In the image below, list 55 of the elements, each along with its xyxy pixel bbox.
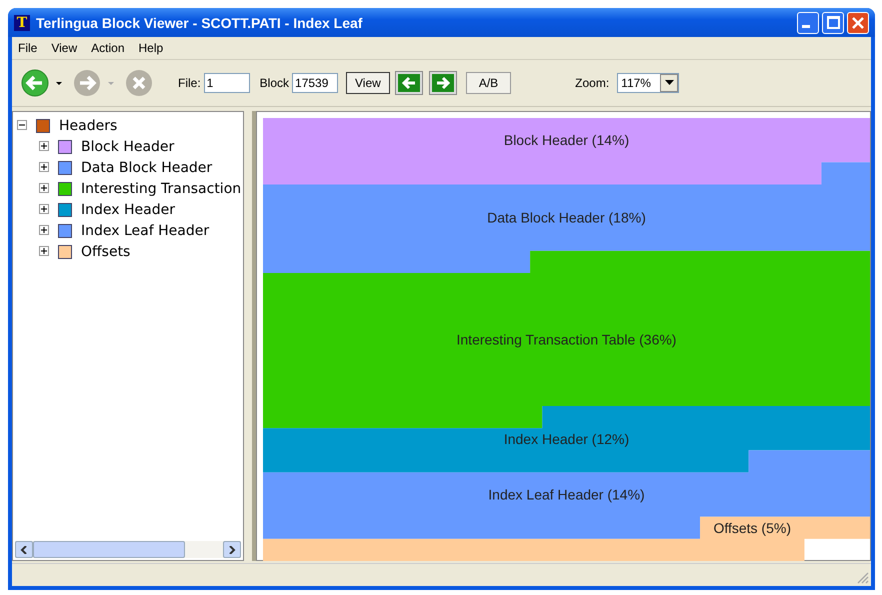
caret-icon — [664, 80, 674, 86]
region-label: Interesting Transaction Table (36%) — [456, 332, 676, 348]
tree-item[interactable]: Index Header — [81, 202, 175, 218]
expand-icon[interactable] — [39, 225, 50, 236]
expand-icon[interactable] — [39, 162, 50, 173]
app-icon: T — [14, 14, 30, 30]
minimize-icon — [802, 25, 810, 28]
menu-item[interactable]: File — [18, 41, 38, 55]
tree-item[interactable]: Index Leaf Header — [81, 222, 210, 238]
left-caret-icon — [20, 546, 28, 554]
zoom-label: Zoom: — [575, 76, 610, 90]
expand-icon[interactable] — [39, 204, 50, 215]
file-field[interactable]: 1 — [204, 73, 250, 93]
left-arrow-icon — [400, 75, 417, 91]
file-label: File: — [178, 76, 201, 90]
tree-item[interactable]: Block Header — [81, 138, 174, 154]
menu-item[interactable]: Action — [91, 41, 124, 55]
close-icon — [852, 16, 864, 28]
region-label: Index Leaf Header (14%) — [488, 486, 645, 503]
menu-item[interactable]: View — [51, 41, 78, 55]
window-title: Terlingua Block Viewer - SCOTT.PATI - Index Leaf — [36, 14, 364, 30]
tree-item[interactable]: Headers — [59, 118, 118, 134]
tree-item[interactable]: Offsets — [81, 244, 130, 260]
horizontal-scrollbar[interactable] — [15, 541, 242, 558]
region-label: Data Block Header (18%) — [487, 210, 646, 226]
region-label: Index Header (12%) — [504, 431, 630, 448]
minimize-button[interactable] — [797, 12, 819, 34]
scroll-right-button[interactable] — [223, 541, 242, 558]
block-label: Block — [260, 76, 290, 90]
next-button[interactable] — [430, 72, 456, 94]
ab-button[interactable]: A/B — [466, 72, 512, 94]
expand-icon[interactable] — [39, 246, 50, 257]
scroll-thumb[interactable] — [33, 541, 185, 558]
view-button[interactable]: View — [346, 72, 390, 94]
tree-item[interactable]: Interesting Transaction — [81, 180, 242, 196]
menu-item[interactable]: Help — [138, 41, 164, 55]
collapse-icon[interactable] — [17, 120, 28, 131]
block-region[interactable] — [263, 516, 870, 561]
zoom-dropdown[interactable]: 117% — [617, 73, 680, 93]
block-field[interactable]: 17539 — [292, 73, 338, 93]
resize-grip-icon[interactable] — [857, 572, 869, 584]
right-arrow-icon — [434, 75, 451, 91]
tree-item[interactable]: Data Block Header — [81, 160, 212, 176]
previous-button[interactable] — [396, 72, 422, 94]
region-label: Offsets (5%) — [713, 520, 792, 536]
maximize-icon — [826, 16, 840, 29]
back-icon[interactable] — [20, 68, 50, 98]
expand-icon[interactable] — [39, 183, 50, 194]
right-caret-icon — [228, 546, 236, 554]
region-label: Block Header (14%) — [504, 132, 630, 148]
block-region[interactable] — [263, 450, 870, 539]
scroll-left-button[interactable] — [15, 541, 33, 558]
expand-icon[interactable] — [39, 141, 50, 152]
close-button[interactable] — [847, 12, 869, 34]
maximize-button[interactable] — [822, 12, 844, 34]
